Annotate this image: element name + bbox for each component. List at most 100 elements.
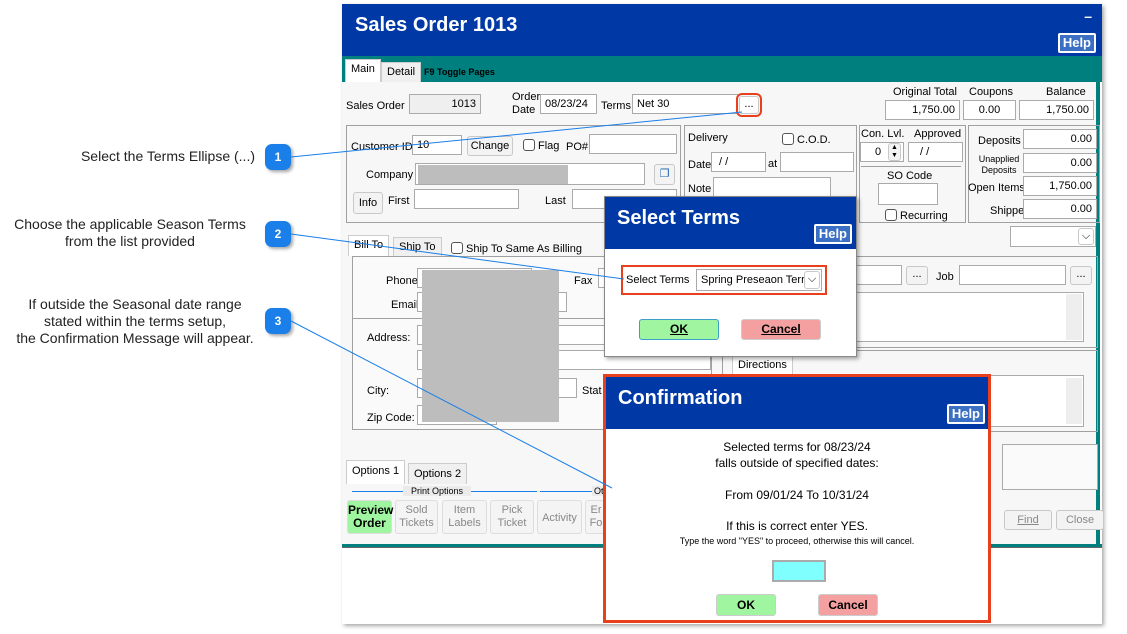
cod-label: C.O.D. bbox=[797, 134, 831, 146]
tab-detail[interactable]: Detail bbox=[381, 62, 422, 82]
tab-options-1[interactable]: Options 1 bbox=[346, 460, 406, 484]
tab-bill-to[interactable]: Bill To bbox=[348, 235, 390, 256]
delivery-date-label: Date bbox=[688, 159, 712, 171]
copy-company-button[interactable]: ❐ bbox=[654, 164, 675, 185]
confirmation-help-button[interactable]: Help bbox=[946, 404, 985, 424]
select-terms-header: Select Terms Help bbox=[605, 197, 856, 249]
delivery-label: Delivery bbox=[688, 132, 728, 144]
ship-same-checkbox-box[interactable] bbox=[451, 242, 463, 254]
confirmation-header: Confirmation Help bbox=[606, 377, 988, 429]
open-items-field[interactable] bbox=[1023, 176, 1097, 196]
spinner-arrows[interactable]: ▲ ▼ bbox=[888, 143, 901, 161]
flag-checkbox[interactable]: Flag bbox=[523, 139, 559, 152]
unapplied-deposits-label: Unapplied Deposits bbox=[978, 154, 1020, 175]
tool-line: Ticket bbox=[497, 517, 527, 529]
tool-line: Sold bbox=[405, 504, 428, 516]
balance-label: Balance bbox=[1046, 86, 1086, 98]
callout-2-text: Choose the applicable Season Terms from … bbox=[5, 216, 255, 250]
note-field[interactable] bbox=[713, 177, 831, 197]
dropdown-arrow[interactable]: ⌵ bbox=[1078, 228, 1094, 245]
delivery-date-field[interactable] bbox=[711, 152, 766, 172]
deposits-field[interactable] bbox=[1023, 129, 1097, 149]
select-terms-ok-button[interactable]: OK bbox=[639, 319, 719, 340]
so-code-field[interactable] bbox=[878, 183, 938, 205]
callout-3-line: If outside the Seasonal date range bbox=[28, 296, 242, 312]
tool-line: Item bbox=[453, 504, 476, 516]
item-labels-button[interactable]: Item Labels bbox=[442, 500, 487, 534]
toggle-pages-hint: F9 Toggle Pages bbox=[424, 67, 495, 77]
yes-input[interactable] bbox=[772, 560, 826, 582]
order-date-field[interactable] bbox=[540, 94, 597, 114]
approved-label: Approved bbox=[914, 128, 962, 140]
unapplied-deposits-field[interactable] bbox=[1023, 153, 1097, 173]
recurring-checkbox[interactable]: Recurring bbox=[885, 209, 948, 222]
coupons-label: Coupons bbox=[969, 86, 1014, 98]
job-field[interactable] bbox=[959, 265, 1066, 285]
so-code-label: SO Code bbox=[887, 170, 933, 182]
delivery-at-label: at bbox=[768, 158, 778, 170]
activity-button[interactable]: Activity bbox=[537, 500, 582, 534]
find-button[interactable]: Find bbox=[1004, 510, 1052, 530]
original-total-field[interactable] bbox=[885, 100, 960, 120]
notes-area[interactable] bbox=[1002, 444, 1098, 490]
confirmation-dialog: Confirmation Help Selected terms for 08/… bbox=[603, 374, 991, 623]
tab-options-2[interactable]: Options 2 bbox=[408, 463, 468, 484]
select-terms-title: Select Terms bbox=[617, 207, 741, 229]
confirmation-cancel-button[interactable]: Cancel bbox=[818, 594, 878, 616]
rep-field[interactable] bbox=[852, 265, 902, 285]
terms-field[interactable] bbox=[632, 94, 738, 114]
state-label: Stat bbox=[582, 385, 602, 397]
select-terms-dropdown-arrow[interactable]: ⌵ bbox=[804, 271, 820, 289]
order-date-label: Order Date bbox=[512, 91, 540, 117]
comments-scrollbar[interactable] bbox=[1066, 294, 1082, 340]
directions-scrollbar[interactable] bbox=[1066, 378, 1082, 424]
change-button[interactable]: Change bbox=[467, 136, 513, 156]
zip-label: Zip Code: bbox=[367, 412, 415, 424]
order-date-label-line: Date bbox=[512, 104, 536, 116]
sold-tickets-button[interactable]: Sold Tickets bbox=[395, 500, 438, 534]
print-options-label: Print Options bbox=[403, 486, 472, 496]
approved-field[interactable] bbox=[908, 142, 963, 162]
preview-order-button[interactable]: Preview Order bbox=[347, 500, 393, 534]
city-label: City: bbox=[367, 385, 389, 397]
minimize-button[interactable]: – bbox=[1084, 8, 1092, 24]
terms-label: Terms bbox=[601, 100, 631, 112]
balance-field[interactable] bbox=[1019, 100, 1094, 120]
tool-line: Pick bbox=[501, 504, 523, 516]
info-button[interactable]: Info bbox=[353, 192, 383, 214]
tab-ship-to[interactable]: Ship To bbox=[393, 237, 442, 256]
close-button[interactable]: Close bbox=[1056, 510, 1104, 530]
recurring-checkbox-box[interactable] bbox=[885, 209, 897, 221]
tool-line: Labels bbox=[448, 517, 481, 529]
options-toolbar: Preview Order Sold Tickets Item Labels Pick… bbox=[346, 500, 607, 536]
cod-checkbox-box[interactable] bbox=[782, 133, 794, 145]
help-button[interactable]: Help bbox=[1057, 33, 1096, 53]
job-label: Job bbox=[936, 271, 954, 283]
flag-checkbox-box[interactable] bbox=[523, 139, 535, 151]
select-terms-help-button[interactable]: Help bbox=[813, 224, 852, 244]
terms-ellipsis-button[interactable]: ... bbox=[736, 93, 762, 117]
delivery-time-field[interactable] bbox=[780, 152, 854, 172]
shipped-field[interactable] bbox=[1023, 199, 1097, 219]
po-field[interactable] bbox=[589, 134, 677, 154]
fax-label: Fax bbox=[574, 275, 593, 287]
cod-checkbox[interactable]: C.O.D. bbox=[782, 133, 831, 146]
first-name-field[interactable] bbox=[414, 189, 519, 209]
confirmation-ok-button[interactable]: OK bbox=[716, 594, 776, 616]
sales-order-field[interactable] bbox=[409, 94, 481, 114]
rep-ellipsis-button[interactable]: ... bbox=[906, 266, 928, 285]
customer-id-field[interactable] bbox=[412, 135, 462, 155]
con-lvl-label: Con. Lvl. bbox=[861, 128, 905, 140]
confirm-line-2: falls outside of specified dates: bbox=[715, 456, 879, 470]
tab-main[interactable]: Main bbox=[345, 59, 381, 82]
select-terms-cancel-button[interactable]: Cancel bbox=[741, 319, 821, 340]
callout-3-line: the Confirmation Message will appear. bbox=[16, 330, 254, 346]
tab-directions[interactable]: Directions bbox=[732, 355, 793, 375]
callout-badge-2: 2 bbox=[265, 221, 291, 247]
ship-same-checkbox[interactable]: Ship To Same As Billing bbox=[451, 242, 582, 255]
address-redacted bbox=[422, 270, 559, 422]
title-bar: Sales Order 1013 – Help bbox=[342, 4, 1102, 56]
pick-ticket-button[interactable]: Pick Ticket bbox=[490, 500, 534, 534]
coupons-field[interactable] bbox=[963, 100, 1016, 120]
job-ellipsis-button[interactable]: ... bbox=[1070, 266, 1092, 285]
